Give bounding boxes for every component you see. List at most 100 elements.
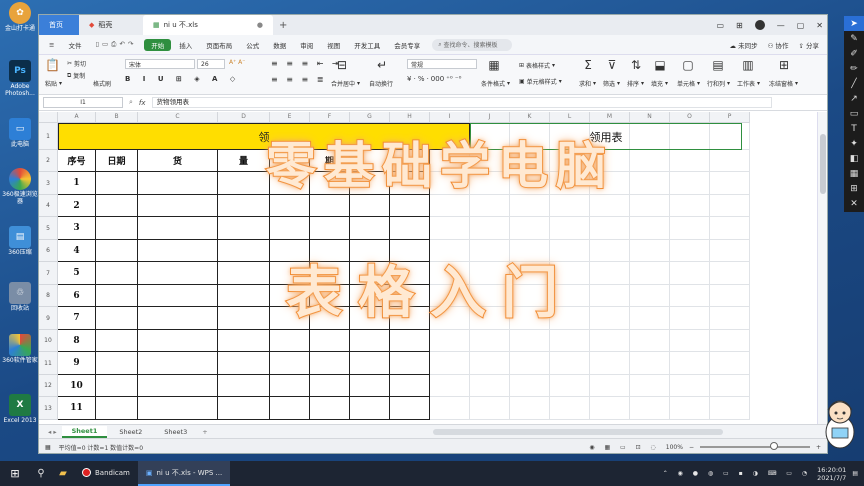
column-header[interactable]: E [270, 112, 310, 123]
grid-cell[interactable] [670, 330, 710, 352]
grid-cell[interactable] [630, 330, 670, 352]
marker-tool-icon[interactable]: ✐ [844, 46, 864, 61]
sheet-tab-2[interactable]: Sheet2 [109, 426, 152, 438]
text-tool-icon[interactable]: T [844, 121, 864, 136]
font-grow-icon[interactable]: A⁺ A⁻ [229, 59, 245, 66]
table-cell[interactable] [390, 195, 430, 217]
fill-button[interactable]: 填充 ▾ [651, 79, 668, 88]
desktop-icon-this-pc[interactable]: ▭ 此电脑 [2, 118, 38, 148]
column-header[interactable]: P [710, 112, 750, 123]
column-header[interactable]: A [58, 112, 96, 123]
grid-cell[interactable] [470, 352, 510, 375]
cell-icon[interactable]: ▢ [681, 58, 695, 72]
grid-cell[interactable] [510, 397, 550, 420]
menu-page-layout[interactable]: 页面布局 [200, 40, 238, 50]
grid-cell[interactable] [710, 307, 750, 330]
format-painter-button[interactable]: 格式刷 [93, 79, 111, 88]
row-header[interactable]: 4 [39, 195, 58, 217]
column-header[interactable]: N [630, 112, 670, 123]
pen-tool-icon[interactable]: ✎ [844, 31, 864, 46]
table-cell[interactable] [218, 397, 270, 420]
row-header[interactable]: 6 [39, 240, 58, 262]
tab-document[interactable]: ▦ ni u 不.xls ● [143, 15, 273, 35]
sequence-cell[interactable]: 1 [58, 172, 96, 195]
row-header[interactable]: 10 [39, 330, 58, 352]
zoom-slider-knob[interactable] [769, 442, 778, 450]
grid-cell[interactable] [510, 330, 550, 352]
grid-cell[interactable] [590, 217, 630, 240]
table-header-cell[interactable]: 日期 [96, 150, 138, 172]
freeze-icon[interactable]: ⊞ [777, 58, 791, 72]
desktop-icon-excel[interactable]: X Excel 2013 [2, 394, 38, 424]
grid-cell[interactable] [670, 240, 710, 262]
share-button[interactable]: ⇪ 分享 [798, 40, 819, 50]
grid-cell[interactable] [430, 397, 470, 420]
table-cell[interactable] [96, 397, 138, 420]
table-cell[interactable] [218, 330, 270, 352]
close-window-icon[interactable]: ✕ [816, 21, 823, 30]
table-cell[interactable] [138, 307, 218, 330]
column-header[interactable]: I [430, 112, 470, 123]
table-cell[interactable] [218, 375, 270, 397]
search-taskbar-icon[interactable]: ⚲ [30, 461, 52, 486]
menu-home[interactable]: 开始 [144, 38, 172, 51]
table-cell[interactable] [218, 195, 270, 217]
table-cell[interactable] [390, 375, 430, 397]
table-cell[interactable] [390, 397, 430, 420]
table-cell[interactable] [138, 262, 218, 285]
copy-button[interactable]: ⧉ 复制 [67, 71, 85, 81]
name-box[interactable]: I1 [43, 97, 123, 108]
rowcol-button[interactable]: 行和列 ▾ [707, 79, 730, 88]
sequence-cell[interactable]: 7 [58, 307, 96, 330]
clear-tool-icon[interactable]: ▦ [844, 166, 864, 181]
desktop-icon-360soft[interactable]: 360软件管家 [2, 334, 38, 364]
desktop-icon-jinshan[interactable]: ✿ 金山打卡通 [2, 2, 38, 32]
sequence-cell[interactable]: 10 [58, 375, 96, 397]
sum-button[interactable]: 求和 ▾ [579, 79, 596, 88]
sequence-cell[interactable]: 11 [58, 397, 96, 420]
fill-icon[interactable]: ⬓ [653, 58, 667, 72]
vertical-scrollbar[interactable] [817, 112, 827, 438]
sheet-nav-icon[interactable]: ◂ ▸ [45, 428, 60, 436]
fx-icon[interactable]: fx [139, 99, 146, 107]
table-cell[interactable] [350, 330, 390, 352]
cond-format-icon[interactable]: ▦ [487, 58, 501, 72]
grid-cell[interactable] [670, 375, 710, 397]
cell-style-button[interactable]: ▣ 单元格样式 ▾ [519, 77, 562, 86]
grid-cell[interactable] [630, 217, 670, 240]
table-cell[interactable] [138, 217, 218, 240]
close-tab-icon[interactable]: ● [257, 21, 263, 29]
wrap-icon[interactable]: ↵ [375, 58, 389, 72]
grid-cell[interactable] [430, 375, 470, 397]
wrap-button[interactable]: 自动换行 [369, 79, 393, 88]
font-style-buttons[interactable]: B I U ⊞ ◈ A ◇ [125, 75, 240, 83]
zoom-formula-icon[interactable]: ⌕ [129, 98, 133, 107]
grid-cell[interactable] [470, 397, 510, 420]
grid-cell[interactable] [710, 375, 750, 397]
row-header[interactable]: 3 [39, 172, 58, 195]
menu-file[interactable]: 文件 [62, 40, 87, 50]
row-header[interactable]: 2 [39, 150, 58, 172]
horizontal-scrollbar[interactable] [432, 428, 723, 435]
grid-cell[interactable] [710, 195, 750, 217]
table-cell[interactable] [96, 262, 138, 285]
grid-cell[interactable] [550, 352, 590, 375]
add-sheet-button[interactable]: + [199, 428, 210, 436]
number-format-select[interactable]: 常规 [407, 59, 477, 69]
table-cell[interactable] [96, 195, 138, 217]
menu-member[interactable]: 会员专享 [388, 40, 426, 50]
grid-view-icon[interactable]: ⊞ [736, 21, 743, 30]
pointer-tool-icon[interactable]: ➤ [844, 16, 864, 31]
row-header[interactable]: 8 [39, 285, 58, 307]
grid-cell[interactable] [550, 375, 590, 397]
sequence-cell[interactable]: 5 [58, 262, 96, 285]
line-tool-icon[interactable]: ╱ [844, 76, 864, 91]
paste-button[interactable]: 粘贴 ▾ [45, 79, 62, 88]
tray-icons[interactable]: ⌃ ◉ ● ◍ ▭ ▪ ◑ ⌨ ▭ ◔ [663, 470, 811, 477]
cut-button[interactable]: ✂ 剪切 [67, 59, 86, 68]
grid-cell[interactable] [590, 397, 630, 420]
desktop-icon-360zip[interactable]: ▤ 360压缩 [2, 226, 38, 256]
filter-icon[interactable]: ⊽ [605, 58, 619, 72]
menu-review[interactable]: 审阅 [294, 40, 319, 50]
grid-cell[interactable] [550, 217, 590, 240]
